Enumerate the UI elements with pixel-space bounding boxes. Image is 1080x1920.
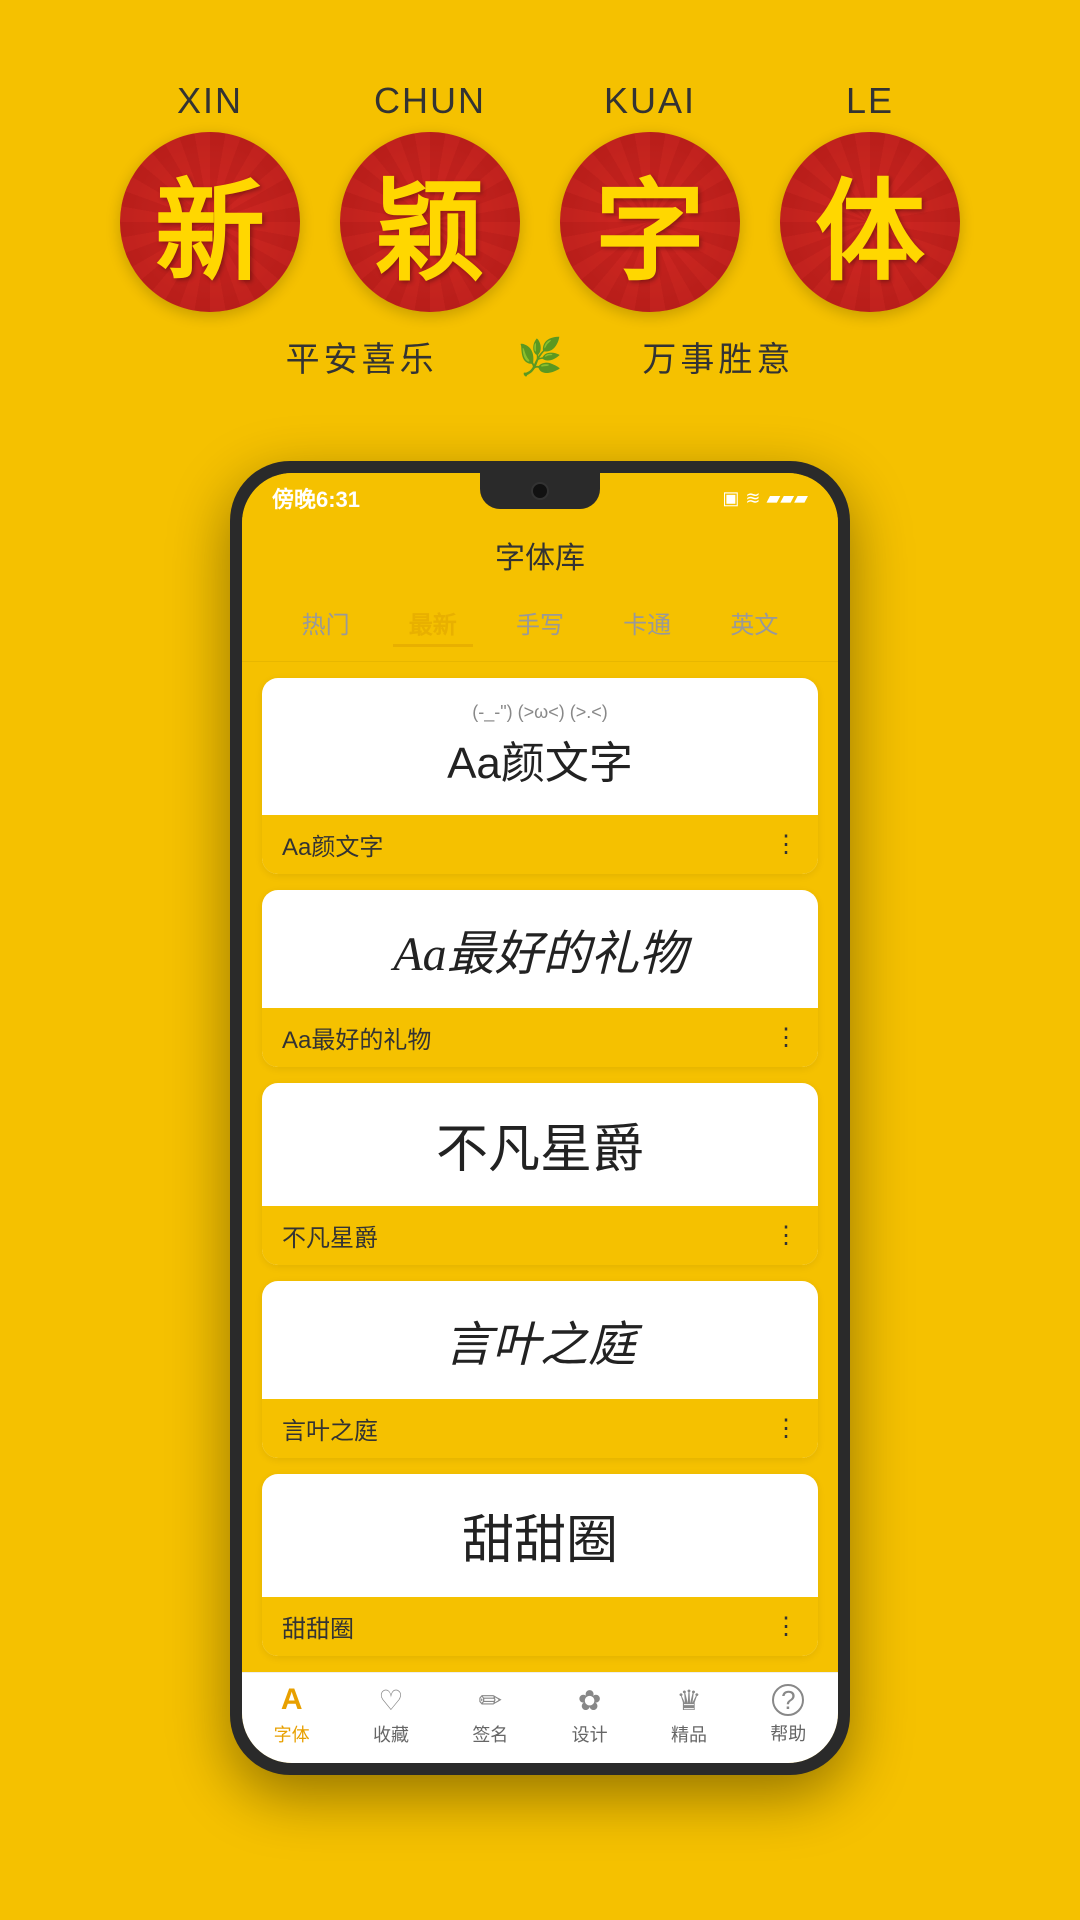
nav-premium-icon: ♛ <box>676 1684 701 1717</box>
font-preview-4: 言叶之庭 <box>262 1281 818 1399</box>
battery-icon: ▣ <box>722 488 739 509</box>
font-emoji-line-1: (-_-") (>ω<) (>.<) <box>472 702 607 723</box>
font-label-1: Aa颜文字 <box>282 827 383 862</box>
hanzi-kuai: 字 <box>595 142 705 302</box>
wifi-icon: ≋ <box>745 488 760 509</box>
nav-sign-label: 签名 <box>472 1721 508 1747</box>
nav-sign-icon: ✏ <box>479 1684 502 1717</box>
more-dots-5[interactable]: ⋮ <box>774 1612 798 1641</box>
pinyin-xin: XIN <box>177 80 243 122</box>
nav-design[interactable]: ✿ 设计 <box>572 1684 608 1747</box>
font-preview-text-1: Aa颜文字 <box>447 727 633 791</box>
font-preview-5: 甜甜圈 <box>262 1474 818 1597</box>
phone-section: 傍晚6:31 ▣ ≋ ▰▰▰ 字体库 热门 最新 手写 卡通 <box>0 421 1080 1835</box>
nav-premium[interactable]: ♛ 精品 <box>671 1684 707 1747</box>
nav-font[interactable]: A 字体 <box>274 1683 310 1747</box>
phone-mockup: 傍晚6:31 ▣ ≋ ▰▰▰ 字体库 热门 最新 手写 卡通 <box>230 461 850 1775</box>
subtitle-right: 万事胜意 <box>642 332 794 381</box>
circle-kuai: 字 <box>560 132 740 312</box>
char-item-kuai: KUAI 字 <box>560 80 740 312</box>
pinyin-row: XIN 新 CHUN 颖 KUAI 字 LE 体 <box>60 80 1020 312</box>
status-bar: 傍晚6:31 ▣ ≋ ▰▰▰ <box>242 473 838 523</box>
font-preview-text-5: 甜甜圈 <box>462 1498 618 1573</box>
font-label-bar-4: 言叶之庭 ⋮ <box>262 1399 818 1458</box>
nav-help-icon: ? <box>772 1684 804 1716</box>
nav-font-icon: A <box>281 1683 303 1717</box>
signal-icon: ▰▰▰ <box>766 488 808 509</box>
phone-inner: 傍晚6:31 ▣ ≋ ▰▰▰ 字体库 热门 最新 手写 卡通 <box>242 473 838 1763</box>
circle-le: 体 <box>780 132 960 312</box>
nav-sign[interactable]: ✏ 签名 <box>472 1684 508 1747</box>
font-preview-2: Aa最好的礼物 <box>262 890 818 1008</box>
camera-dot <box>531 482 549 500</box>
status-time: 傍晚6:31 <box>272 482 360 514</box>
circle-xin: 新 <box>120 132 300 312</box>
font-preview-1: (-_-") (>ω<) (>.<) Aa颜文字 <box>262 678 818 815</box>
char-item-xin: XIN 新 <box>120 80 300 312</box>
font-preview-text-2: Aa最好的礼物 <box>393 914 686 984</box>
nav-design-label: 设计 <box>572 1721 608 1747</box>
nav-collect-icon: ♡ <box>378 1684 403 1717</box>
tabs-bar[interactable]: 热门 最新 手写 卡通 英文 <box>242 593 838 662</box>
nav-help-label: 帮助 <box>770 1720 806 1746</box>
font-card-3[interactable]: 不凡星爵 不凡星爵 ⋮ <box>262 1083 818 1265</box>
font-emoji-row-1: (-_-") (>ω<) (>.<) Aa颜文字 <box>447 702 633 791</box>
subtitle-left: 平安喜乐 <box>286 332 438 381</box>
font-label-4: 言叶之庭 <box>282 1411 378 1446</box>
hanzi-chun: 颖 <box>375 142 485 302</box>
tab-latest[interactable]: 最新 <box>393 601 473 647</box>
char-item-chun: CHUN 颖 <box>340 80 520 312</box>
font-preview-text-4: 言叶之庭 <box>444 1305 636 1375</box>
tab-english[interactable]: 英文 <box>714 601 794 647</box>
more-dots-3[interactable]: ⋮ <box>774 1221 798 1250</box>
font-label-5: 甜甜圈 <box>282 1609 354 1644</box>
font-label-bar-2: Aa最好的礼物 ⋮ <box>262 1008 818 1067</box>
tab-cartoon[interactable]: 卡通 <box>607 601 687 647</box>
more-dots-4[interactable]: ⋮ <box>774 1414 798 1443</box>
more-dots-2[interactable]: ⋮ <box>774 1023 798 1052</box>
font-preview-text-3: 不凡星爵 <box>436 1107 644 1182</box>
nav-font-label: 字体 <box>274 1721 310 1747</box>
app-title: 字体库 <box>495 542 585 575</box>
font-preview-3: 不凡星爵 <box>262 1083 818 1206</box>
font-card-4[interactable]: 言叶之庭 言叶之庭 ⋮ <box>262 1281 818 1458</box>
hanzi-xin: 新 <box>155 142 265 302</box>
char-item-le: LE 体 <box>780 80 960 312</box>
font-card-1[interactable]: (-_-") (>ω<) (>.<) Aa颜文字 Aa颜文字 ⋮ <box>262 678 818 874</box>
header-section: XIN 新 CHUN 颖 KUAI 字 LE 体 平安喜乐 <box>0 0 1080 421</box>
pinyin-le: LE <box>846 80 894 122</box>
circle-chun: 颖 <box>340 132 520 312</box>
font-card-2[interactable]: Aa最好的礼物 Aa最好的礼物 ⋮ <box>262 890 818 1067</box>
nav-design-icon: ✿ <box>578 1684 601 1717</box>
hanzi-le: 体 <box>815 142 925 302</box>
phone-notch <box>480 473 600 509</box>
nav-collect[interactable]: ♡ 收藏 <box>373 1684 409 1747</box>
font-label-2: Aa最好的礼物 <box>282 1020 431 1055</box>
more-dots-1[interactable]: ⋮ <box>774 830 798 859</box>
tab-hot[interactable]: 热门 <box>286 601 366 647</box>
lotus-icon: 🌿 <box>518 336 563 378</box>
nav-premium-label: 精品 <box>671 1721 707 1747</box>
pinyin-chun: CHUN <box>374 80 486 122</box>
font-label-bar-3: 不凡星爵 ⋮ <box>262 1206 818 1265</box>
tab-handwriting[interactable]: 手写 <box>500 601 580 647</box>
font-label-bar-1: Aa颜文字 ⋮ <box>262 815 818 874</box>
status-icons: ▣ ≋ ▰▰▰ <box>722 488 808 509</box>
nav-collect-label: 收藏 <box>373 1721 409 1747</box>
bottom-nav: A 字体 ♡ 收藏 ✏ 签名 ✿ 设计 ♛ 精品 <box>242 1672 838 1763</box>
font-label-bar-5: 甜甜圈 ⋮ <box>262 1597 818 1656</box>
nav-help[interactable]: ? 帮助 <box>770 1684 806 1746</box>
pinyin-kuai: KUAI <box>604 80 696 122</box>
app-title-bar: 字体库 <box>242 523 838 593</box>
font-list: (-_-") (>ω<) (>.<) Aa颜文字 Aa颜文字 ⋮ Aa最好的礼物 <box>242 662 838 1672</box>
font-card-5[interactable]: 甜甜圈 甜甜圈 ⋮ <box>262 1474 818 1656</box>
font-label-3: 不凡星爵 <box>282 1218 378 1253</box>
subtitle-row: 平安喜乐 🌿 万事胜意 <box>60 332 1020 381</box>
